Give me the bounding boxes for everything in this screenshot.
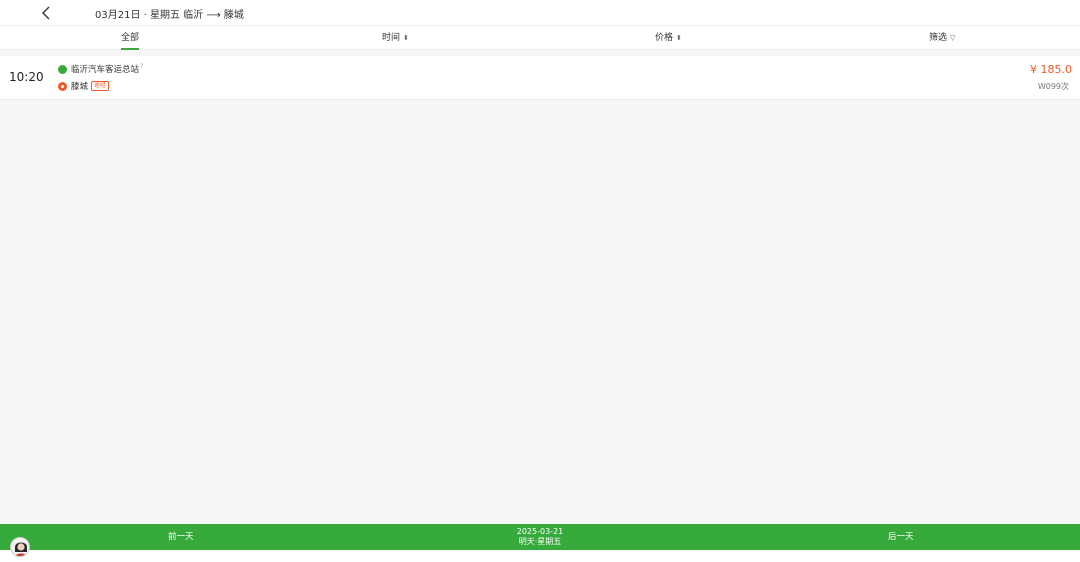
header: 03月21日 · 星期五 临沂 ⟶ 滕城 — [0, 0, 1080, 26]
arrival-station-name: 滕城 — [71, 82, 89, 92]
tab-filter-label: 筛选 — [929, 33, 948, 43]
tab-price[interactable]: 价格 ⬍ — [655, 26, 682, 50]
page: 03月21日 · 星期五 临沂 ⟶ 滕城 全部 时间 ⬍ 价格 ⬍ 筛选 ▽ 10:2… — [0, 0, 1080, 562]
previous-day-button[interactable]: 前一天 — [168, 524, 194, 550]
tab-bar: 全部 时间 ⬍ 价格 ⬍ 筛选 ▽ — [0, 26, 1080, 50]
bottom-spacer — [0, 550, 1080, 562]
trip-code: W099次 — [1037, 82, 1069, 91]
filter-icon: ▽ — [950, 34, 956, 42]
active-tab-indicator — [121, 48, 140, 50]
tab-time[interactable]: 时间 ⬍ — [382, 26, 409, 50]
help-icon[interactable]: ? — [140, 63, 143, 70]
sort-icon: ⬍ — [403, 34, 409, 42]
avatar[interactable] — [10, 537, 30, 557]
tab-all[interactable]: 全部 — [121, 26, 140, 50]
origin-dot-icon — [58, 64, 67, 74]
route-badge: 途经 — [91, 81, 110, 91]
arrival-station: 滕城 途经 — [58, 80, 110, 92]
next-day-button[interactable]: 后一天 — [888, 524, 914, 550]
date-navigation-bar: 前一天 2025-03-21 明天·星期五 后一天 — [0, 524, 1080, 550]
selected-date: 2025-03-21 — [516, 527, 564, 536]
tab-all-label: 全部 — [121, 33, 140, 43]
date-picker[interactable]: 2025-03-21 明天·星期五 — [490, 527, 590, 547]
tab-time-label: 时间 — [382, 33, 401, 43]
tab-filter[interactable]: 筛选 ▽ — [929, 26, 955, 50]
selected-weekday: 明天·星期五 — [518, 537, 562, 546]
ticket-price: ¥ 185.0 — [1030, 63, 1072, 76]
back-button[interactable] — [38, 4, 56, 22]
trip-row[interactable]: 10:20 临沂汽车客运总站 ? 滕城 途经 ¥ 185.0 W099次 — [0, 56, 1080, 100]
tab-price-label: 价格 — [655, 33, 674, 43]
chevron-left-icon — [42, 6, 50, 20]
departure-station: 临沂汽车客运总站 ? — [58, 63, 143, 75]
departure-station-name: 临沂汽车客运总站 — [71, 65, 140, 75]
destination-dot-icon — [58, 81, 67, 91]
sort-icon: ⬍ — [676, 34, 682, 42]
departure-time: 10:20 — [9, 70, 44, 84]
page-title: 03月21日 · 星期五 临沂 ⟶ 滕城 — [95, 10, 244, 21]
